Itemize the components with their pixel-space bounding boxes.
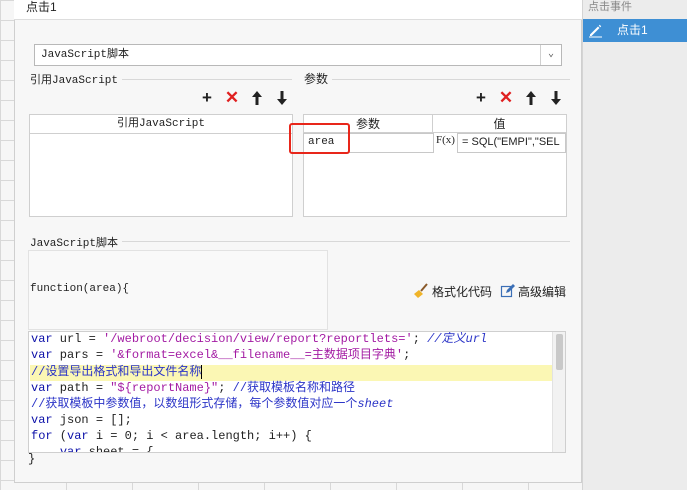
formula-fx-icon[interactable]: F(x) — [436, 133, 456, 153]
ref-js-table: 引用JavaScript — [29, 114, 293, 217]
event-item-label: 点击1 — [617, 23, 648, 37]
code-line-8: var sheet = { — [59, 445, 154, 453]
script-type-select[interactable]: JavaScript脚本 ⌄ — [34, 44, 562, 66]
scrollbar-thumb[interactable] — [556, 334, 563, 370]
params-move-down-button[interactable] — [548, 90, 564, 106]
code-line-6: var json = []; — [31, 413, 132, 427]
event-list-header: 点击事件 — [588, 1, 632, 13]
script-section-label: JavaScript脚本 — [30, 234, 123, 250]
code-editor-scrollbar[interactable] — [552, 332, 565, 452]
params-move-up-button[interactable] — [523, 90, 539, 106]
arrow-up-icon — [526, 91, 536, 105]
edit-window-icon[interactable] — [500, 283, 516, 299]
arrow-up-icon — [252, 91, 262, 105]
event-list-item-selected[interactable]: 点击1 — [583, 19, 687, 42]
ref-js-section-label: 引用JavaScript — [30, 71, 123, 87]
function-signature: function(area){ — [30, 283, 130, 295]
params-delete-button[interactable]: ✕ — [498, 89, 514, 106]
script-type-value: JavaScript脚本 — [41, 49, 130, 61]
arrow-down-icon — [277, 91, 287, 105]
ref-js-add-button[interactable]: + — [199, 89, 215, 106]
arrow-down-icon — [551, 91, 561, 105]
broom-icon[interactable] — [413, 283, 429, 299]
format-code-button[interactable]: 格式化代码 — [432, 283, 492, 300]
ref-js-delete-button[interactable]: ✕ — [224, 89, 240, 106]
ref-js-move-up-button[interactable] — [249, 90, 265, 106]
ref-js-column-header: 引用JavaScript — [30, 115, 292, 134]
dialog-title: 点击1 — [14, 0, 582, 20]
code-line-4: var path = "${reportName}"; //获取模板名称和路径 — [31, 381, 356, 395]
chevron-down-icon[interactable]: ⌄ — [540, 45, 561, 65]
ref-js-move-down-button[interactable] — [274, 90, 290, 106]
code-line-7: for (var i = 0; i < area.length; i++) { — [31, 429, 312, 443]
params-section-label: 参数 — [304, 70, 333, 87]
advanced-edit-button[interactable]: 高级编辑 — [518, 283, 566, 300]
function-closing-brace: } — [28, 452, 36, 466]
code-line-3: //设置导出格式和导出文件名称 — [31, 365, 203, 379]
params-column-value: 值 — [433, 115, 566, 133]
code-editor[interactable]: var url = '/webroot/decision/view/report… — [28, 331, 566, 453]
code-line-5: //获取模板中参数值，以数组形式存储，每个参数值对应一个sheet — [31, 397, 394, 411]
param-value-cell[interactable]: = SQL("EMPI","SEL — [457, 133, 566, 153]
highlight-annotation-box — [289, 123, 350, 154]
edit-pencil-icon — [587, 22, 603, 38]
code-line-1: var url = '/webroot/decision/view/report… — [31, 332, 488, 346]
params-add-button[interactable]: + — [473, 89, 489, 106]
params-divider — [304, 79, 570, 80]
code-line-2: var pars = '&format=excel&__filename__=主… — [31, 348, 411, 362]
event-list-panel — [582, 0, 687, 490]
